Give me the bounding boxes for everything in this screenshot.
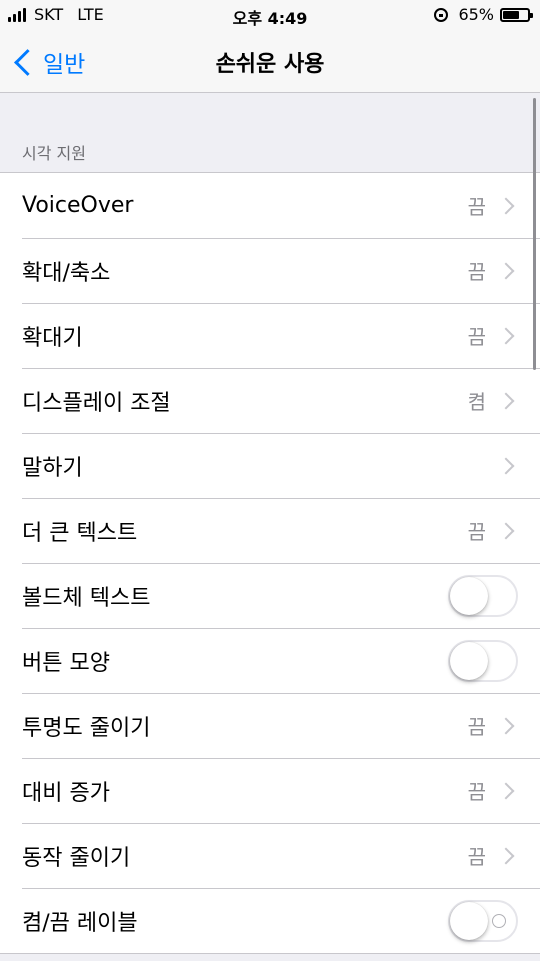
- toggle-switch[interactable]: [448, 899, 518, 942]
- battery-tip: [530, 12, 533, 18]
- row-label: VoiceOver: [22, 193, 134, 218]
- settings-list: VoiceOver 끔 확대/축소 끔 확대기 끔 디스플레이 조절 켬 말하기 더 큰 텍스트 끔…: [0, 172, 540, 954]
- toggle-knob: [450, 576, 488, 615]
- settings-row[interactable]: 확대기 끔: [0, 303, 540, 368]
- settings-row[interactable]: 동작 줄이기 끔: [0, 823, 540, 888]
- page-title: 손쉬운 사용: [215, 52, 325, 77]
- chevron-right-icon: [497, 197, 515, 214]
- settings-row[interactable]: 버튼 모양: [0, 628, 540, 693]
- toggle-switch[interactable]: [448, 574, 518, 617]
- row-label: 투명도 줄이기: [22, 715, 151, 741]
- settings-row[interactable]: VoiceOver 끔: [0, 173, 540, 238]
- chevron-right-icon: [497, 522, 515, 539]
- off-indicator-icon: [492, 913, 506, 928]
- chevron-right-icon: [497, 327, 515, 344]
- chevron-right-icon: [497, 262, 515, 279]
- row-value: 끔: [467, 780, 486, 804]
- chevron-right-icon: [497, 782, 515, 799]
- row-value: 켬: [467, 390, 486, 414]
- status-right: 65%: [434, 5, 533, 24]
- battery-level: [503, 10, 519, 19]
- row-value: 끔: [467, 520, 486, 544]
- settings-row[interactable]: 투명도 줄이기 끔: [0, 693, 540, 758]
- settings-row[interactable]: 확대/축소 끔: [0, 238, 540, 303]
- navigation-bar: 일반 손쉬운 사용: [0, 32, 540, 93]
- settings-row[interactable]: 더 큰 텍스트 끔: [0, 498, 540, 563]
- chevron-right-icon: [497, 457, 515, 474]
- toggle-switch[interactable]: [448, 639, 518, 682]
- settings-row[interactable]: 대비 증가 끔: [0, 758, 540, 823]
- row-label: 확대기: [22, 325, 83, 351]
- chevron-right-icon: [497, 717, 515, 734]
- row-label: 대비 증가: [22, 780, 110, 806]
- section-header-vision: 시각 지원: [22, 144, 86, 163]
- chevron-right-icon: [497, 847, 515, 864]
- chevron-right-icon: [497, 392, 515, 409]
- status-bar: SKT LTE 오후 4:49 65%: [0, 0, 540, 32]
- scrollbar[interactable]: [533, 98, 536, 370]
- toggle-knob: [450, 641, 488, 680]
- row-value: 끔: [467, 195, 486, 219]
- settings-row[interactable]: 말하기: [0, 433, 540, 498]
- row-label: 켬/끔 레이블: [22, 910, 138, 936]
- row-label: 디스플레이 조절: [22, 390, 171, 416]
- battery-icon: [500, 7, 533, 22]
- row-value: 끔: [467, 325, 486, 349]
- row-value: 끔: [467, 715, 486, 739]
- row-label: 버튼 모양: [22, 650, 110, 676]
- orientation-lock-icon: [434, 7, 449, 22]
- row-value: 끔: [467, 260, 486, 284]
- battery-percent: 65%: [458, 5, 494, 24]
- settings-row[interactable]: 디스플레이 조절 켬: [0, 368, 540, 433]
- row-label: 더 큰 텍스트: [22, 520, 138, 546]
- toggle-knob: [450, 901, 488, 940]
- row-label: 볼드체 텍스트: [22, 585, 151, 611]
- settings-row[interactable]: 볼드체 텍스트: [0, 563, 540, 628]
- row-label: 동작 줄이기: [22, 845, 131, 871]
- row-label: 확대/축소: [22, 260, 111, 286]
- settings-row[interactable]: 켬/끔 레이블: [0, 888, 540, 953]
- row-value: 끔: [467, 845, 486, 869]
- row-label: 말하기: [22, 455, 83, 481]
